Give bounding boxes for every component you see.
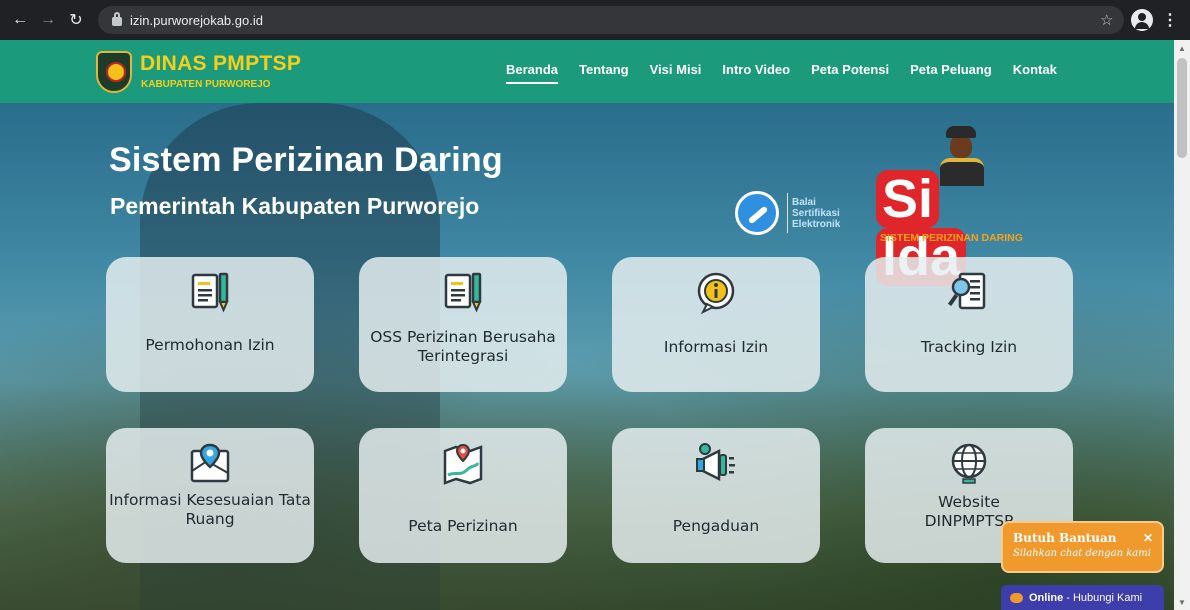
bsre-line1: Balai (792, 196, 816, 208)
card-tracking-izin[interactable]: Tracking Izin (865, 257, 1073, 392)
silda-word-si: Si (876, 170, 940, 228)
chat-help-bubble[interactable]: Butuh Bantuan Silahkan chat dengan kami … (1001, 521, 1164, 573)
document-pen-icon (440, 270, 486, 316)
megaphone-icon (693, 441, 739, 487)
card-label: Permohonan Izin (145, 336, 275, 354)
chat-help-title: Butuh Bantuan (1013, 531, 1117, 545)
back-arrow-icon[interactable]: ← (6, 0, 34, 40)
browser-toolbar: ← → ↻ izin.purworejokab.go.id ☆ ⋮ (0, 0, 1190, 40)
chat-help-subtitle: Silahkan chat dengan kami (1013, 548, 1151, 559)
card-label: Peta Perizinan (408, 517, 518, 535)
page-scrollbar[interactable]: ▲ ▼ (1174, 40, 1190, 610)
chat-status: Online (1029, 591, 1064, 604)
silda-tagline: SISTEM PERIZINAN DARING (880, 232, 1023, 244)
card-label: Informasi Kesesuaian Tata Ruang (109, 491, 311, 528)
nav-peta-potensi[interactable]: Peta Potensi (811, 62, 889, 84)
purworejo-emblem-logo[interactable] (96, 51, 132, 93)
browser-menu-icon[interactable]: ⋮ (1162, 10, 1178, 30)
brand-subtitle[interactable]: KABUPATEN PURWOREJO (141, 79, 270, 90)
chat-cta: - Hubungi Kami (1066, 591, 1143, 604)
card-label: OSS Perizinan Berusaha Terintegrasi (370, 328, 556, 365)
bsre-text: Balai Sertifikasi Elektronik (792, 197, 840, 230)
search-document-icon (946, 270, 992, 316)
card-label: Informasi Izin (663, 338, 769, 356)
site-header: DINAS PMPTSP KABUPATEN PURWOREJO Beranda… (0, 40, 1174, 103)
nav-beranda[interactable]: Beranda (506, 62, 559, 84)
scroll-down-arrow-icon[interactable]: ▼ (1178, 598, 1186, 607)
card-permohonan-izin[interactable]: Permohonan Izin (106, 257, 314, 392)
scroll-up-arrow-icon[interactable]: ▲ (1178, 44, 1186, 53)
hero-section: Sistem Perizinan Daring Pemerintah Kabup… (0, 103, 1174, 610)
nav-tentang[interactable]: Tentang (579, 62, 629, 84)
info-icon (693, 270, 739, 316)
map-pin-icon (187, 441, 233, 487)
bsre-line3: Elektronik (792, 218, 841, 230)
url-text[interactable]: izin.purworejokab.go.id (130, 13, 263, 28)
bsre-logo: Balai Sertifikasi Elektronik (735, 191, 840, 235)
brand-title[interactable]: DINAS PMPTSP (140, 52, 301, 76)
scroll-thumb[interactable] (1177, 58, 1187, 158)
nav-visi-misi[interactable]: Visi Misi (650, 62, 702, 84)
card-oss-perizinan[interactable]: OSS Perizinan Berusaha Terintegrasi (359, 257, 567, 392)
document-pen-icon (187, 270, 233, 316)
hero-title: Sistem Perizinan Daring (109, 141, 503, 179)
card-informasi-izin[interactable]: Informasi Izin (612, 257, 820, 392)
card-label: Tracking Izin (920, 338, 1018, 356)
reload-icon[interactable]: ↻ (62, 0, 90, 40)
chat-bubble-icon (1010, 592, 1023, 603)
bookmark-star-icon[interactable]: ☆ (1100, 11, 1113, 29)
nav-peta-peluang[interactable]: Peta Peluang (910, 62, 992, 84)
map-route-icon (440, 441, 486, 487)
silda-logo: Si lda SISTEM PERIZINAN DARING (876, 118, 1041, 286)
profile-avatar-icon[interactable] (1131, 9, 1153, 31)
chat-online-bar[interactable]: Online - Hubungi Kami (1001, 585, 1164, 610)
card-peta-perizinan[interactable]: Peta Perizinan (359, 428, 567, 563)
bsre-divider (787, 193, 788, 233)
main-nav: Beranda Tentang Visi Misi Intro Video Pe… (506, 62, 1078, 84)
hero-subtitle: Pemerintah Kabupaten Purworejo (110, 193, 480, 219)
close-icon[interactable]: ✕ (1143, 531, 1153, 545)
key-icon (735, 191, 779, 235)
card-label: Pengaduan (672, 517, 760, 535)
nav-kontak[interactable]: Kontak (1013, 62, 1057, 84)
lock-icon (112, 12, 122, 26)
card-informasi-tata-ruang[interactable]: Informasi Kesesuaian Tata Ruang (106, 428, 314, 563)
bsre-line2: Sertifikasi (792, 207, 840, 219)
address-bar[interactable]: izin.purworejokab.go.id (98, 6, 1124, 34)
nav-intro-video[interactable]: Intro Video (722, 62, 790, 84)
card-pengaduan[interactable]: Pengaduan (612, 428, 820, 563)
forward-arrow-icon[interactable]: → (34, 0, 62, 40)
globe-icon (946, 441, 992, 487)
